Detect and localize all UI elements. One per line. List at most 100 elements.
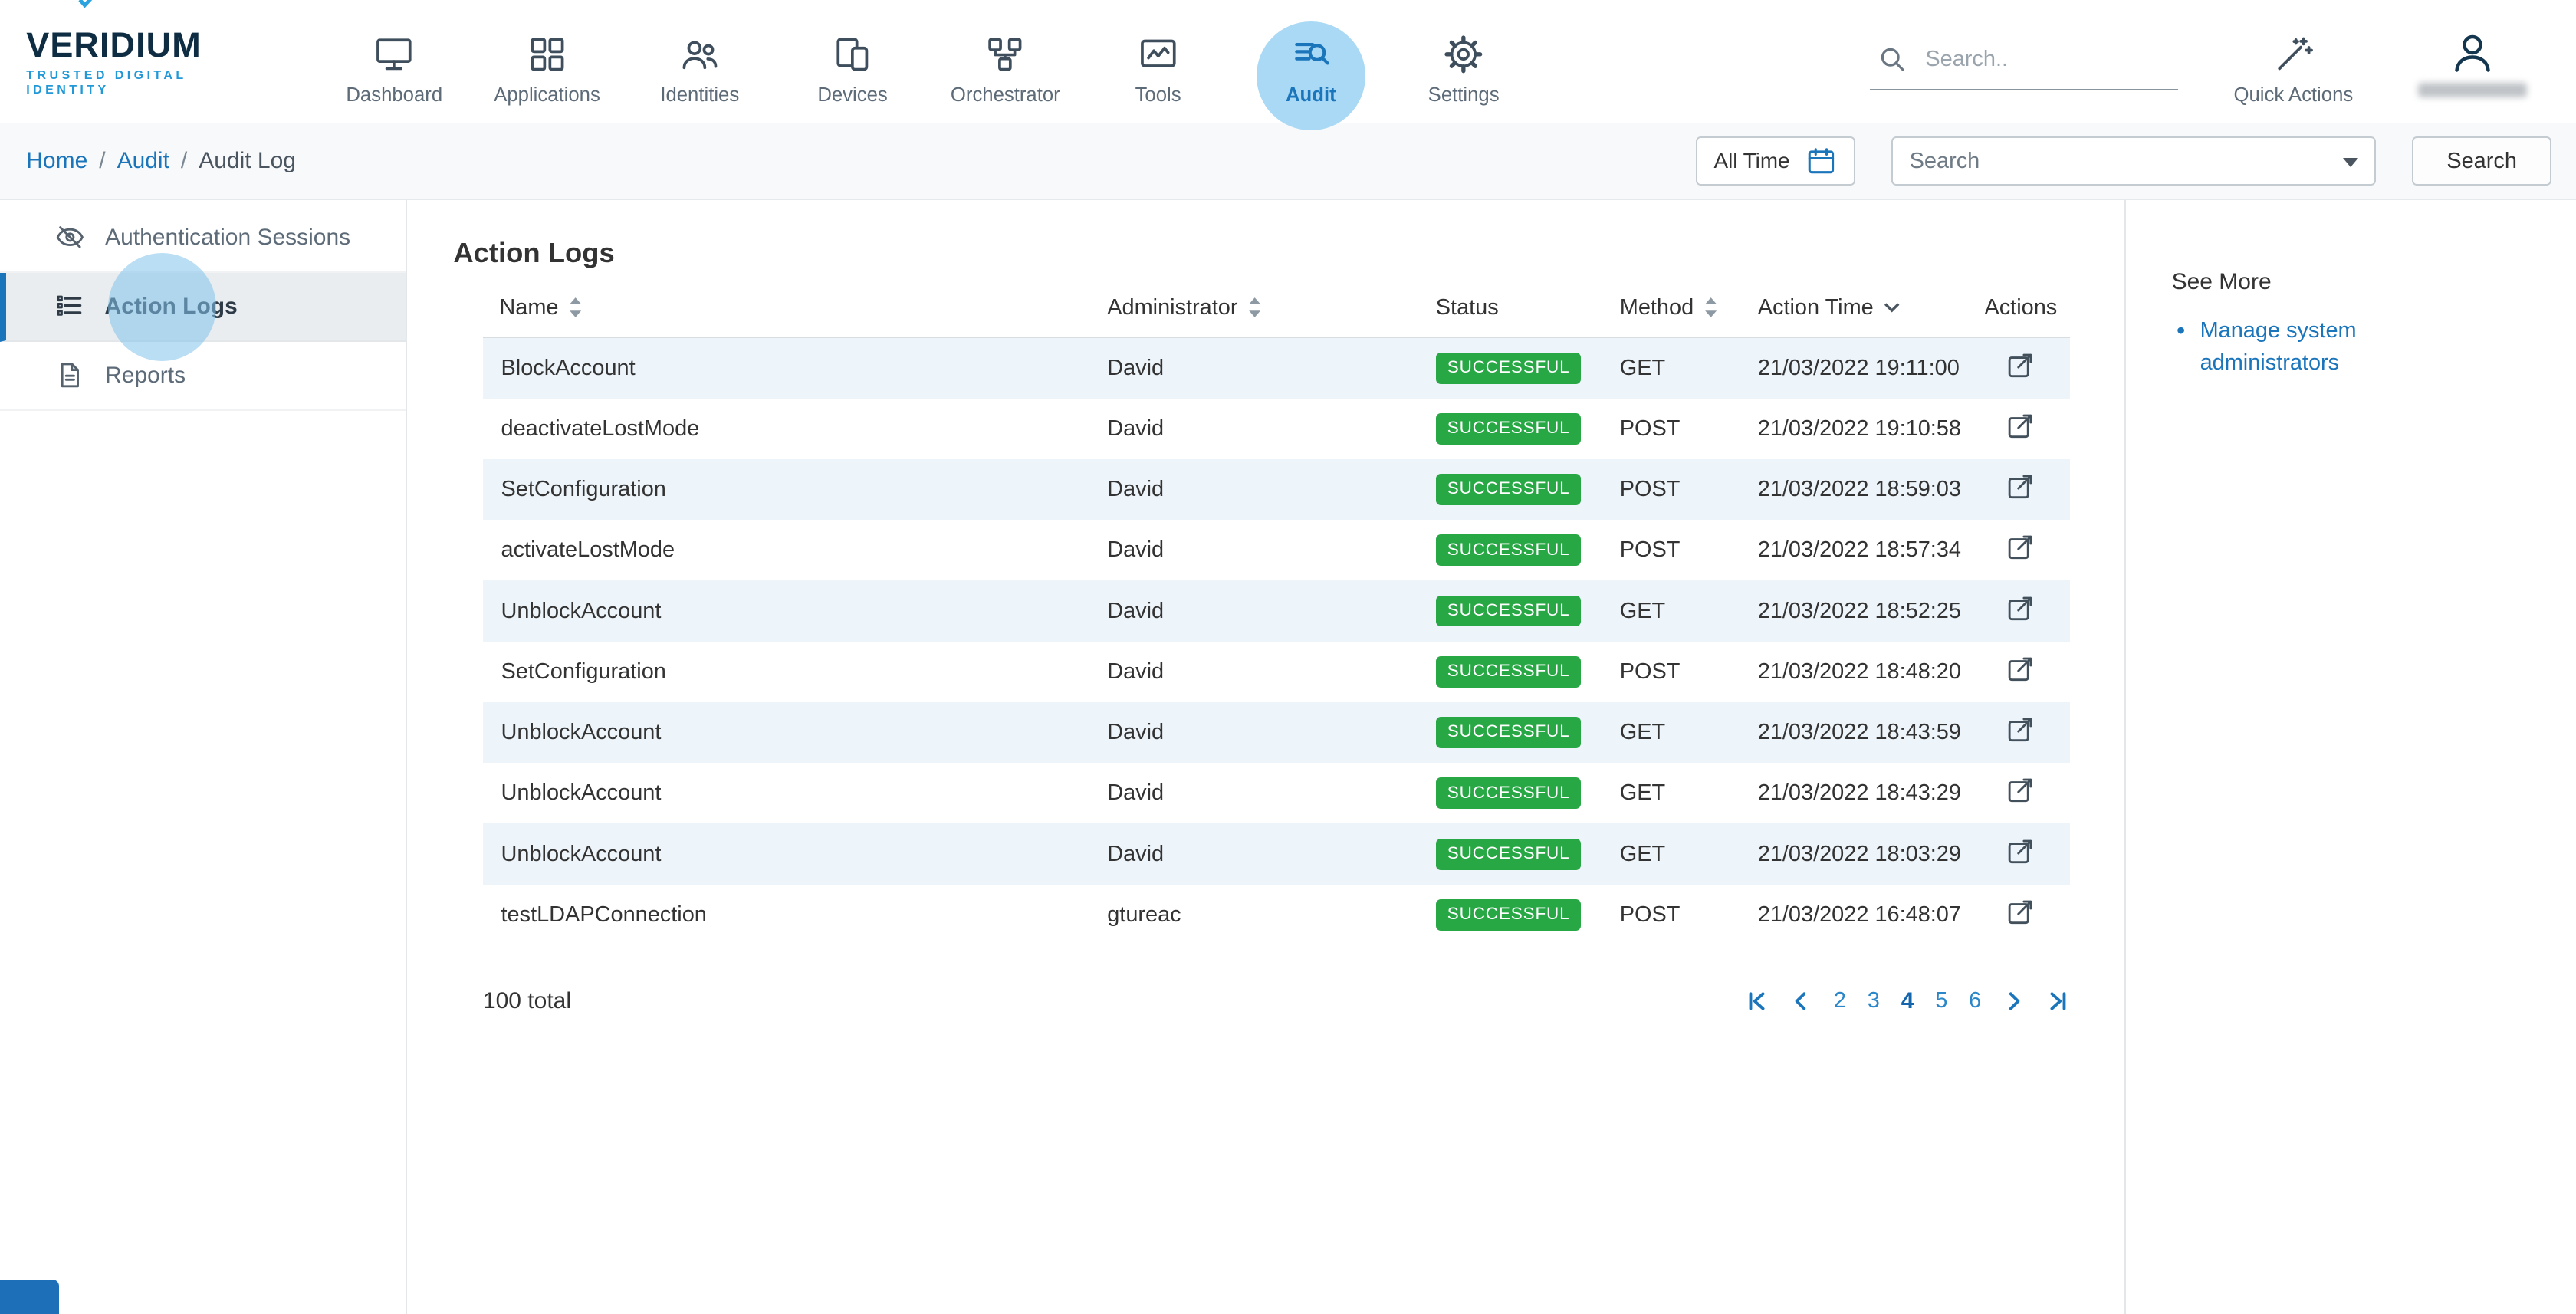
cell-method: POST <box>1603 885 1741 945</box>
column-header-actions: Actions <box>1968 285 2070 337</box>
time-range-button[interactable]: All Time <box>1696 136 1855 186</box>
sidebar-item-label: Reports <box>105 363 186 389</box>
open-log-icon[interactable] <box>1984 531 2037 563</box>
cell-administrator: David <box>1091 823 1420 884</box>
nav-identities[interactable]: Identities <box>637 17 762 107</box>
cell-name: UnblockAccount <box>483 763 1091 823</box>
table-row[interactable]: UnblockAccount David SUCCESSFUL GET 21/0… <box>483 702 2070 763</box>
open-log-icon[interactable] <box>1984 409 2037 442</box>
sort-icon <box>568 296 583 319</box>
nav-applications[interactable]: Applications <box>485 17 610 107</box>
cell-name: UnblockAccount <box>483 702 1091 763</box>
table-row[interactable]: activateLostMode David SUCCESSFUL POST 2… <box>483 520 2070 580</box>
open-log-icon[interactable] <box>1984 835 2037 868</box>
audit-sidebar: Authentication Sessions Action Logs Repo… <box>0 200 407 1314</box>
filter-controls: All Time Search Search <box>1696 136 2551 186</box>
status-badge: SUCCESSFUL <box>1436 534 1582 566</box>
table-row[interactable]: testLDAPConnection gtureac SUCCESSFUL PO… <box>483 885 2070 945</box>
cell-method: GET <box>1603 702 1741 763</box>
next-page-icon[interactable] <box>2003 990 2026 1013</box>
activity-window-icon <box>1137 33 1180 76</box>
open-log-icon[interactable] <box>1984 470 2037 503</box>
status-badge: SUCCESSFUL <box>1436 839 1582 870</box>
page-link-current[interactable]: 4 <box>1901 988 1914 1014</box>
user-menu[interactable] <box>2408 17 2536 97</box>
page-link[interactable]: 6 <box>1969 988 1981 1013</box>
cell-action-time: 21/03/2022 19:11:00 <box>1741 337 1968 398</box>
sidebar-item-action-logs[interactable]: Action Logs <box>0 273 406 342</box>
sidebar-item-authentication-sessions[interactable]: Authentication Sessions <box>0 204 406 273</box>
open-log-icon[interactable] <box>1984 592 2037 625</box>
logo-check-icon <box>77 0 97 14</box>
see-more-panel: See More • Manage system administrators <box>2124 200 2576 1314</box>
cell-administrator: David <box>1091 459 1420 520</box>
manage-system-administrators-link[interactable]: Manage system administrators <box>2200 315 2394 379</box>
table-row[interactable]: SetConfiguration David SUCCESSFUL POST 2… <box>483 459 2070 520</box>
sidebar-item-label: Action Logs <box>105 294 238 320</box>
table-row[interactable]: SetConfiguration David SUCCESSFUL POST 2… <box>483 642 2070 702</box>
calendar-icon <box>1805 145 1838 178</box>
column-header-administrator[interactable]: Administrator <box>1091 285 1420 337</box>
open-log-icon[interactable] <box>1984 895 2037 928</box>
open-log-icon[interactable] <box>1984 713 2037 746</box>
open-log-icon[interactable] <box>1984 349 2037 382</box>
pagination: 2 3 4 5 6 <box>1745 988 2070 1014</box>
last-page-icon[interactable] <box>2047 990 2070 1013</box>
breadcrumb-home[interactable]: Home <box>26 148 87 174</box>
table-row[interactable]: UnblockAccount David SUCCESSFUL GET 21/0… <box>483 580 2070 641</box>
cell-administrator: David <box>1091 642 1420 702</box>
global-search <box>1870 27 2179 90</box>
user-name-redacted <box>2418 83 2526 97</box>
column-header-name[interactable]: Name <box>483 285 1091 337</box>
search-filter-dropdown[interactable]: Search <box>1891 136 2376 186</box>
breadcrumb-audit[interactable]: Audit <box>117 148 169 174</box>
status-badge: SUCCESSFUL <box>1436 353 1582 384</box>
table-footer: 100 total 2 3 4 5 6 <box>483 988 2070 1014</box>
quick-actions-label: Quick Actions <box>2234 84 2354 107</box>
nav-settings[interactable]: Settings <box>1401 17 1526 107</box>
cell-method: GET <box>1603 823 1741 884</box>
search-input[interactable] <box>1925 47 2155 72</box>
status-badge: SUCCESSFUL <box>1436 413 1582 445</box>
previous-page-icon[interactable] <box>1789 990 1812 1013</box>
cell-administrator: David <box>1091 702 1420 763</box>
page-link[interactable]: 5 <box>1935 988 1947 1013</box>
column-header-action-time[interactable]: Action Time <box>1741 285 1968 337</box>
chevron-down-icon <box>2343 158 2358 167</box>
cell-action-time: 21/03/2022 18:59:03 <box>1741 459 1968 520</box>
nav-label: Dashboard <box>346 84 442 107</box>
cell-method: GET <box>1603 763 1741 823</box>
see-more-title: See More <box>2172 269 2547 295</box>
nav-audit[interactable]: Audit <box>1248 17 1373 107</box>
open-log-icon[interactable] <box>1984 652 2037 685</box>
table-row[interactable]: UnblockAccount David SUCCESSFUL GET 21/0… <box>483 763 2070 823</box>
nav-label: Devices <box>817 84 887 107</box>
table-row[interactable]: UnblockAccount David SUCCESSFUL GET 21/0… <box>483 823 2070 884</box>
table-row[interactable]: BlockAccount David SUCCESSFUL GET 21/03/… <box>483 337 2070 398</box>
cell-action-time: 21/03/2022 18:43:29 <box>1741 763 1968 823</box>
quick-actions-button[interactable]: Quick Actions <box>2228 17 2359 107</box>
page-link[interactable]: 2 <box>1834 988 1846 1013</box>
veridium-logo[interactable]: VERIDIUM TRUSTED DIGITAL IDENTITY <box>26 25 272 97</box>
nav-devices[interactable]: Devices <box>790 17 915 107</box>
logo-tagline: TRUSTED DIGITAL IDENTITY <box>26 68 272 97</box>
cell-administrator: gtureac <box>1091 885 1420 945</box>
breadcrumb-separator: / <box>99 148 105 174</box>
page: VERIDIUM TRUSTED DIGITAL IDENTITY Dashbo… <box>0 0 2576 1314</box>
column-header-method[interactable]: Method <box>1603 285 1741 337</box>
table-row[interactable]: deactivateLostMode David SUCCESSFUL POST… <box>483 399 2070 459</box>
breadcrumb-bar: Home / Audit / Audit Log All Time Search… <box>0 123 2576 201</box>
chat-widget-stub[interactable] <box>0 1280 59 1314</box>
cell-name: deactivateLostMode <box>483 399 1091 459</box>
page-link[interactable]: 3 <box>1868 988 1880 1013</box>
open-log-icon[interactable] <box>1984 774 2037 806</box>
nav-tools[interactable]: Tools <box>1096 17 1221 107</box>
search-button[interactable]: Search <box>2412 136 2551 186</box>
sidebar-item-reports[interactable]: Reports <box>0 342 406 411</box>
cell-name: activateLostMode <box>483 520 1091 580</box>
first-page-icon[interactable] <box>1745 990 1768 1013</box>
nav-label: Identities <box>660 84 739 107</box>
nav-orchestrator[interactable]: Orchestrator <box>943 17 1068 107</box>
header-right: Quick Actions <box>1870 17 2537 107</box>
nav-dashboard[interactable]: Dashboard <box>332 17 457 107</box>
